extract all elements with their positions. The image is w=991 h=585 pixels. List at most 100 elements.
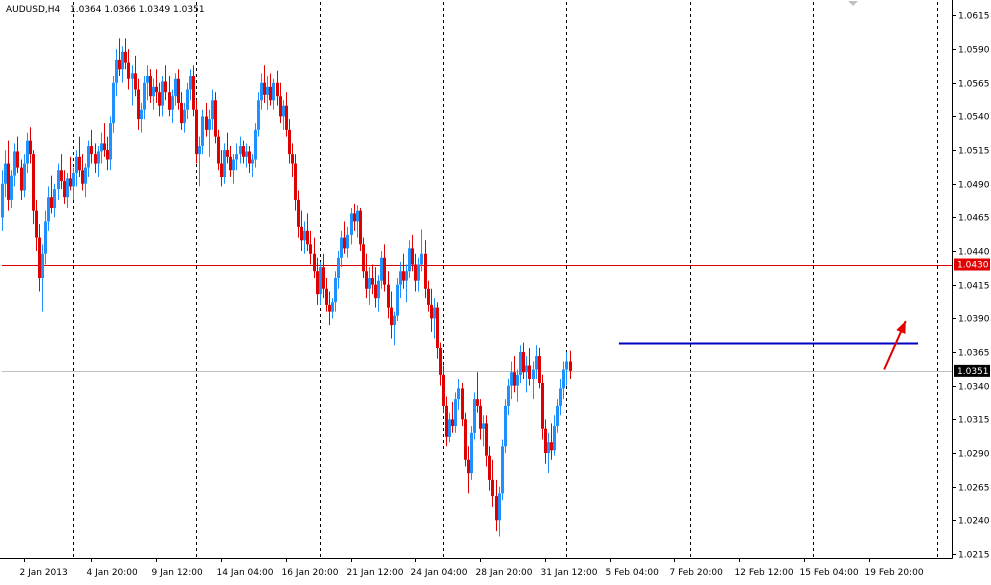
candle-body xyxy=(325,288,328,305)
candle-body xyxy=(118,59,121,70)
y-tick-label: 1.0590 xyxy=(958,46,990,56)
candle-body xyxy=(309,244,312,254)
candle-body xyxy=(559,388,562,406)
candle xyxy=(464,412,467,467)
candle-body xyxy=(417,264,420,281)
candle-body xyxy=(513,372,516,386)
candle-body xyxy=(495,496,498,521)
candle-body xyxy=(53,189,56,208)
candle-body xyxy=(445,405,448,437)
candle-body xyxy=(183,109,186,124)
candle xyxy=(470,426,473,480)
candle-body xyxy=(211,100,214,120)
candle-body xyxy=(322,267,325,289)
candle-body xyxy=(491,479,494,497)
candle-body xyxy=(377,280,380,299)
candle-body xyxy=(13,151,16,176)
x-tick-label: 14 Jan 04:00 xyxy=(217,568,274,578)
candle-body xyxy=(485,423,488,456)
symbol-label: AUDUSD,H4 xyxy=(6,5,61,15)
candle-body xyxy=(260,82,263,101)
candle-body xyxy=(50,197,53,208)
candle-body xyxy=(276,82,279,97)
candle-body xyxy=(368,277,371,289)
candle-body xyxy=(436,307,439,348)
candle-body xyxy=(115,59,118,83)
candle-body xyxy=(186,89,189,110)
candle-body xyxy=(562,369,565,389)
candle-body xyxy=(303,230,306,241)
candle-body xyxy=(528,365,531,379)
candle-body xyxy=(356,210,359,222)
candle-body xyxy=(365,271,368,289)
candle-body xyxy=(235,154,238,160)
candle-body xyxy=(470,432,473,474)
candle-body xyxy=(547,442,550,453)
candle-body xyxy=(525,365,528,373)
price-tag-label: 1.0351 xyxy=(957,367,989,377)
y-tick-label: 1.0265 xyxy=(958,484,990,494)
candle-body xyxy=(263,82,266,95)
candle-body xyxy=(353,213,356,222)
candle-body xyxy=(100,143,103,152)
candle-body xyxy=(288,129,291,155)
candle-body xyxy=(346,234,349,249)
candle-body xyxy=(106,150,109,160)
candle-body xyxy=(319,267,322,295)
candle-body xyxy=(553,426,556,451)
candle-body xyxy=(266,86,269,95)
chart-window[interactable]: 1.0615 1.0590 1.0565 1.0540 1.0515 1.0490 1.04… xyxy=(0,0,991,581)
candle-body xyxy=(134,73,137,90)
y-tick-label: 1.0565 xyxy=(958,80,990,90)
candle-body xyxy=(26,140,29,164)
candle-body xyxy=(399,271,402,285)
candle-body xyxy=(140,109,143,120)
candle-body xyxy=(97,151,100,164)
candle-body xyxy=(343,237,346,249)
y-tick-label: 1.0215 xyxy=(958,551,990,561)
candle-body xyxy=(516,374,519,386)
candle-body xyxy=(7,163,10,200)
candle-body xyxy=(408,248,411,272)
candle-body xyxy=(362,244,365,272)
candle-body xyxy=(279,96,282,117)
candle-body xyxy=(29,140,32,155)
candle-body xyxy=(152,86,155,97)
candle-body xyxy=(44,221,47,254)
candle-body xyxy=(442,374,445,406)
x-tick-label: 21 Jan 12:00 xyxy=(347,568,404,578)
candle-body xyxy=(340,237,343,258)
candle-body xyxy=(161,81,164,106)
y-tick-label: 1.0290 xyxy=(958,450,990,460)
x-tick-label: 2 Jan 2013 xyxy=(20,568,68,578)
candle-body xyxy=(87,146,90,168)
candle-body xyxy=(427,288,430,305)
y-tick-label: 1.0365 xyxy=(958,349,990,359)
candle-body xyxy=(550,442,553,451)
y-tick-label: 1.0440 xyxy=(958,248,990,258)
candle-body xyxy=(72,172,75,187)
candle-body xyxy=(171,96,174,110)
candle-body xyxy=(189,76,192,90)
candle-body xyxy=(217,136,220,164)
candlestick-chart[interactable]: 1.0615 1.0590 1.0565 1.0540 1.0515 1.0490 1.04… xyxy=(0,0,991,581)
level-price-tag: 1.0430 xyxy=(954,258,990,271)
candle-body xyxy=(414,264,417,281)
candle-body xyxy=(448,419,451,437)
candle-body xyxy=(402,271,405,281)
candle-body xyxy=(69,178,72,187)
y-tick-label: 1.0340 xyxy=(958,383,990,393)
candle-body xyxy=(131,73,134,79)
candle-body xyxy=(328,304,331,312)
candle-body xyxy=(4,163,7,184)
candle-body xyxy=(411,248,414,265)
candle-body xyxy=(251,159,254,164)
candle-body xyxy=(248,151,251,164)
candle-body xyxy=(57,170,60,190)
candle-body xyxy=(439,347,442,375)
candle-body xyxy=(10,175,13,200)
price-tag-label: 1.0430 xyxy=(957,261,989,271)
candle-body xyxy=(158,92,161,106)
x-tick-label: 5 Feb 04:00 xyxy=(606,568,660,578)
candle-body xyxy=(164,81,167,93)
